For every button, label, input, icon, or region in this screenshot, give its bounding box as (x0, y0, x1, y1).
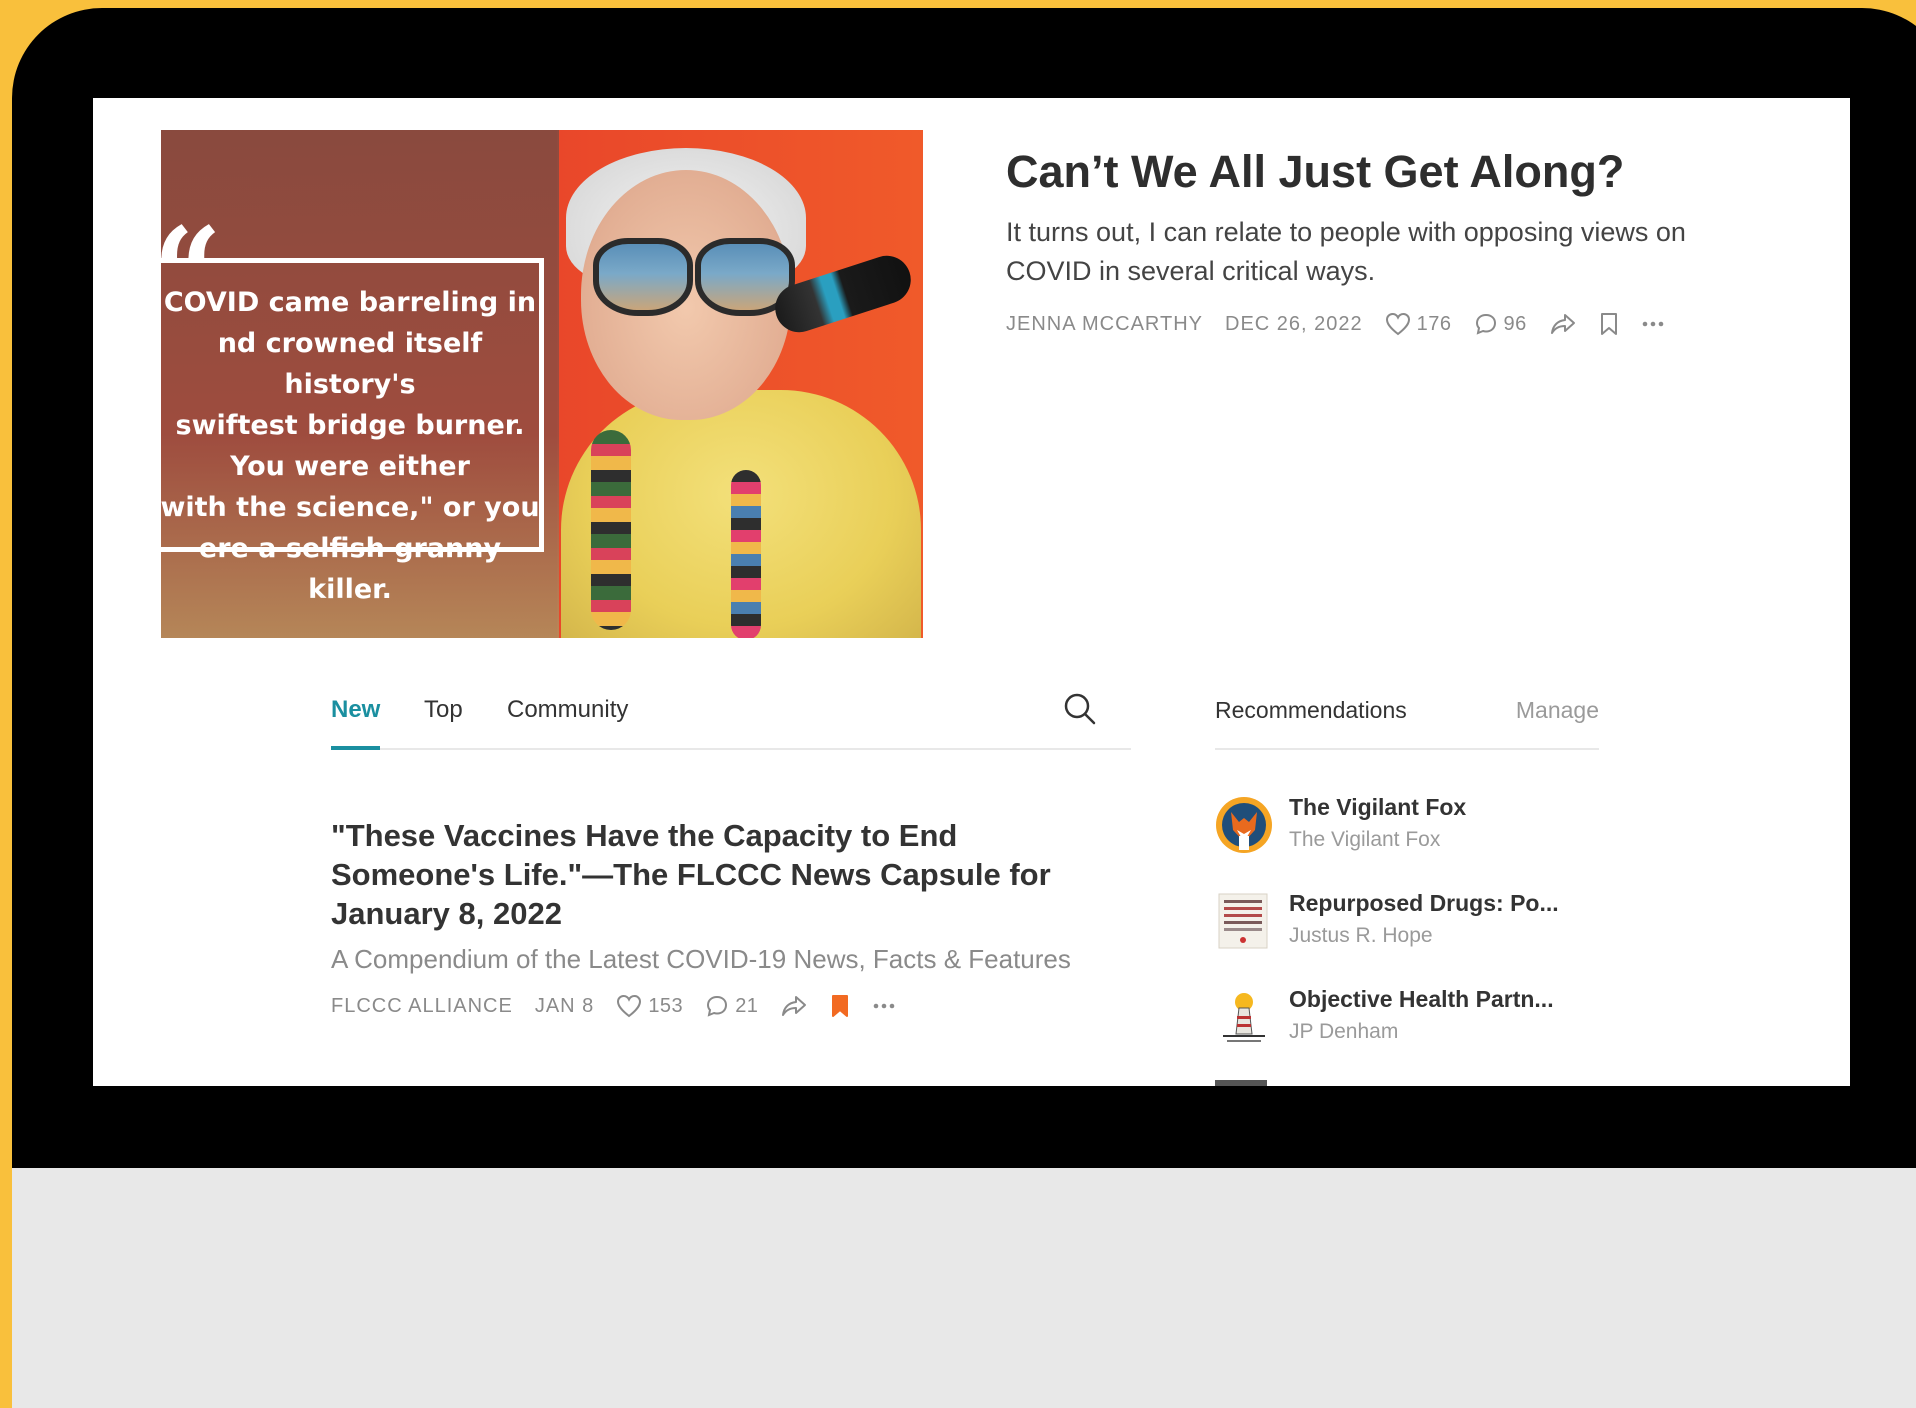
book-cover-avatar-icon (1218, 893, 1268, 949)
recommendation-name: Objective Health Partn... (1289, 986, 1554, 1012)
comment-icon (1475, 313, 1496, 335)
recommendation-item[interactable]: Objective Health Partn... JP Denham (1215, 982, 1615, 1052)
hero-share-button[interactable] (1549, 312, 1577, 336)
hero-more-button[interactable] (1641, 320, 1665, 328)
post-comment-count: 21 (735, 994, 759, 1017)
recommendations-header: Recommendations Manage (1215, 690, 1599, 750)
hero-image-sunglasses (593, 238, 795, 316)
post-more-button[interactable] (872, 1002, 896, 1010)
browser-viewport: “ COVID came barreling in nd crowned its… (93, 98, 1850, 1086)
post-subtitle[interactable]: A Compendium of the Latest COVID-19 News… (331, 944, 1071, 975)
monitor-chin (12, 1168, 1916, 1408)
post-share-button[interactable] (780, 994, 808, 1018)
post-comment-button[interactable]: 21 (705, 994, 758, 1018)
hero-article-title[interactable]: Can’t We All Just Get Along? (1006, 146, 1624, 198)
hero-image-necklace (591, 430, 631, 630)
next-recommendation-peek (1215, 1080, 1267, 1086)
search-icon (1064, 693, 1096, 725)
recommendation-name: Repurposed Drugs: Po... (1289, 890, 1559, 916)
hero-image-necklace-2 (731, 470, 761, 638)
share-icon (1550, 314, 1575, 334)
manage-recommendations-link[interactable]: Manage (1516, 690, 1599, 730)
post-date: JAN 8 (534, 994, 595, 1017)
tab-community[interactable]: Community (507, 690, 628, 746)
hero-comment-button[interactable]: 96 (1474, 312, 1527, 336)
search-button[interactable] (1063, 692, 1097, 731)
recommendation-item[interactable]: Repurposed Drugs: Po... Justus R. Hope (1215, 886, 1615, 956)
tab-new[interactable]: New (331, 690, 381, 750)
hero-article-subtitle[interactable]: It turns out, I can relate to people wit… (1006, 213, 1776, 291)
post-like-button[interactable]: 153 (616, 994, 683, 1018)
hero-author[interactable]: JENNA MCCARTHY (1006, 313, 1203, 336)
recommendations-title: Recommendations (1215, 697, 1407, 723)
post-author[interactable]: FLCCC ALLIANCE (331, 995, 513, 1018)
hero-like-button[interactable]: 176 (1385, 312, 1452, 336)
post-tabs: New Top Community (331, 690, 1131, 750)
hero-like-count: 176 (1416, 312, 1452, 335)
post-title[interactable]: "These Vaccines Have the Capacity to End… (331, 816, 1071, 933)
recommendation-item[interactable]: The Vigilant Fox The Vigilant Fox (1215, 790, 1615, 860)
more-options-icon (874, 1003, 895, 1009)
post-like-count: 153 (648, 994, 684, 1017)
hero-article-meta: JENNA MCCARTHY DEC 26, 2022 176 96 (1006, 312, 1687, 336)
comment-icon (707, 995, 728, 1017)
fox-avatar-icon (1216, 797, 1272, 853)
hero-bookmark-button[interactable] (1599, 312, 1619, 336)
tab-top[interactable]: Top (424, 690, 463, 746)
post-meta: FLCCC ALLIANCE JAN 8 153 21 (331, 994, 918, 1018)
hero-image[interactable]: “ COVID came barreling in nd crowned its… (161, 130, 923, 638)
bookmark-icon (1600, 313, 1617, 335)
heart-icon (1385, 312, 1410, 336)
more-options-icon (1642, 321, 1664, 327)
recommendation-author: Justus R. Hope (1289, 924, 1433, 947)
lighthouse-avatar-icon (1215, 988, 1273, 1046)
post-bookmark-button[interactable] (830, 994, 850, 1018)
recommendation-author: The Vigilant Fox (1289, 828, 1441, 851)
hero-quote-text: COVID came barreling in nd crowned itsel… (161, 287, 540, 605)
hero-date: DEC 26, 2022 (1225, 312, 1363, 335)
share-icon (782, 996, 807, 1016)
bookmark-filled-icon (832, 995, 849, 1017)
recommendation-author: JP Denham (1289, 1020, 1399, 1043)
heart-icon (617, 994, 642, 1018)
recommendation-name: The Vigilant Fox (1289, 794, 1467, 820)
hero-comment-count: 96 (1503, 312, 1527, 335)
